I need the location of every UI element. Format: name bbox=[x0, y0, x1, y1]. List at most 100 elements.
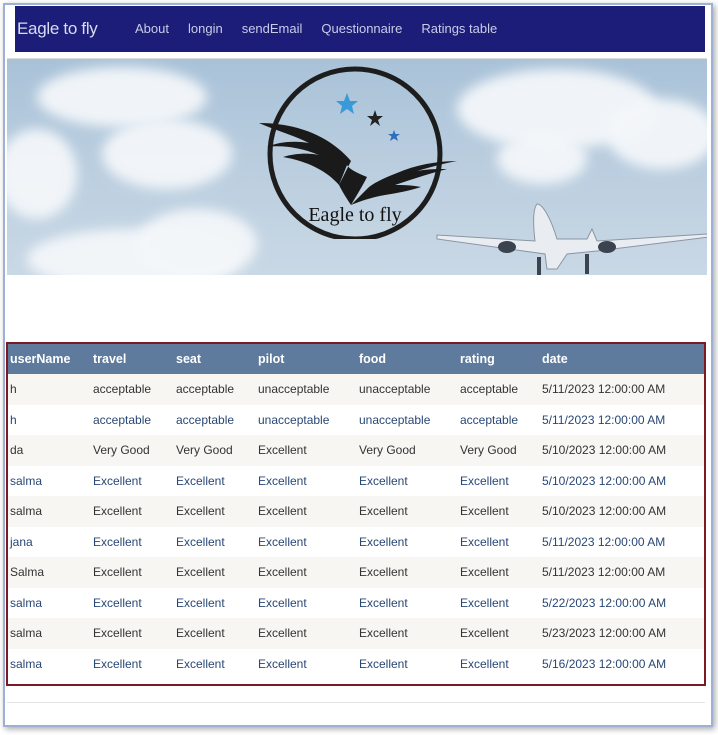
cell-travel: Very Good bbox=[91, 435, 174, 466]
cell-food: Excellent bbox=[357, 587, 458, 618]
cell-seat: Excellent bbox=[174, 557, 256, 588]
cloud bbox=[137, 209, 257, 275]
cell-rating: Excellent bbox=[458, 496, 540, 527]
table-row: jana Excellent Excellent Excellent Excel… bbox=[8, 526, 704, 557]
cell-rating: acceptable bbox=[458, 404, 540, 435]
cell-rating: Very Good bbox=[458, 435, 540, 466]
cell-food: Excellent bbox=[357, 526, 458, 557]
cell-username: jana bbox=[8, 526, 91, 557]
cell-seat: Excellent bbox=[174, 526, 256, 557]
cell-date: 5/10/2023 12:00:00 AM bbox=[540, 435, 704, 466]
cell-seat: acceptable bbox=[174, 404, 256, 435]
cell-username: salma bbox=[8, 648, 91, 679]
cell-rating: acceptable bbox=[458, 374, 540, 405]
cell-travel: acceptable bbox=[91, 374, 174, 405]
cell-seat: Excellent bbox=[174, 648, 256, 679]
cell-date: 5/11/2023 12:00:00 AM bbox=[540, 374, 704, 405]
cell-date: 5/10/2023 12:00:00 AM bbox=[540, 496, 704, 527]
eagle-icon bbox=[259, 123, 457, 205]
cloud bbox=[497, 134, 587, 184]
table-row: salma Excellent Excellent Excellent Exce… bbox=[8, 648, 704, 679]
column-header-food: food bbox=[359, 352, 387, 366]
brand-link[interactable]: Eagle to fly bbox=[17, 19, 98, 39]
cloud bbox=[37, 67, 207, 127]
cloud bbox=[7, 129, 77, 219]
cell-food: unacceptable bbox=[357, 404, 458, 435]
cell-food: Excellent bbox=[357, 648, 458, 679]
cell-travel: Excellent bbox=[91, 557, 174, 588]
cell-seat: acceptable bbox=[174, 374, 256, 405]
cell-pilot: Excellent bbox=[256, 557, 357, 588]
cell-username: h bbox=[8, 404, 91, 435]
nav-link-send-email[interactable]: sendEmail bbox=[242, 21, 303, 36]
table-row: da Very Good Very Good Excellent Very Go… bbox=[8, 435, 704, 466]
cell-food: Excellent bbox=[357, 557, 458, 588]
cell-pilot: Excellent bbox=[256, 587, 357, 618]
cloud bbox=[607, 99, 707, 169]
black-star-icon bbox=[367, 110, 383, 126]
cell-travel: Excellent bbox=[91, 496, 174, 527]
table-row: salma Excellent Excellent Excellent Exce… bbox=[8, 618, 704, 649]
blue-star-icon bbox=[336, 93, 358, 114]
cell-pilot: unacceptable bbox=[256, 404, 357, 435]
table-row: h acceptable acceptable unacceptable una… bbox=[8, 374, 704, 405]
logo-text: Eagle to fly bbox=[308, 204, 401, 226]
cell-seat: Very Good bbox=[174, 435, 256, 466]
column-header-seat: seat bbox=[176, 352, 202, 366]
cell-date: 5/11/2023 12:00:00 AM bbox=[540, 557, 704, 588]
cell-pilot: unacceptable bbox=[256, 374, 357, 405]
cell-travel: Excellent bbox=[91, 618, 174, 649]
cell-date: 5/11/2023 12:00:00 AM bbox=[540, 526, 704, 557]
cell-pilot: Excellent bbox=[256, 526, 357, 557]
cell-username: salma bbox=[8, 496, 91, 527]
cell-username: h bbox=[8, 374, 91, 405]
cell-seat: Excellent bbox=[174, 465, 256, 496]
cell-food: Excellent bbox=[357, 618, 458, 649]
cell-travel: Excellent bbox=[91, 648, 174, 679]
nav-link-ratings-table[interactable]: Ratings table bbox=[421, 21, 497, 36]
cell-pilot: Excellent bbox=[256, 648, 357, 679]
cell-seat: Excellent bbox=[174, 587, 256, 618]
cell-travel: acceptable bbox=[91, 404, 174, 435]
cell-seat: Excellent bbox=[174, 618, 256, 649]
cell-pilot: Excellent bbox=[256, 465, 357, 496]
cell-travel: Excellent bbox=[91, 587, 174, 618]
hero-banner: Eagle to fly bbox=[7, 58, 707, 275]
ratings-table-container: userName travel seat pilot food rating d… bbox=[6, 342, 706, 686]
cell-date: 5/16/2023 12:00:00 AM bbox=[540, 648, 704, 679]
cell-rating: Excellent bbox=[458, 618, 540, 649]
cell-pilot: Excellent bbox=[256, 618, 357, 649]
cell-date: 5/22/2023 12:00:00 AM bbox=[540, 587, 704, 618]
nav-link-login[interactable]: longin bbox=[188, 21, 223, 36]
cell-rating: Excellent bbox=[458, 648, 540, 679]
cell-username: salma bbox=[8, 587, 91, 618]
cell-username: Salma bbox=[8, 557, 91, 588]
cell-seat: Excellent bbox=[174, 496, 256, 527]
column-header-username: userName bbox=[10, 352, 71, 366]
cell-travel: Excellent bbox=[91, 465, 174, 496]
cell-pilot: Excellent bbox=[256, 496, 357, 527]
footer-divider bbox=[7, 702, 705, 703]
column-header-rating: rating bbox=[460, 352, 495, 366]
table-row: Salma Excellent Excellent Excellent Exce… bbox=[8, 557, 704, 588]
nav-link-about[interactable]: About bbox=[135, 21, 169, 36]
table-row: salma Excellent Excellent Excellent Exce… bbox=[8, 496, 704, 527]
cell-rating: Excellent bbox=[458, 465, 540, 496]
table-header-row: userName travel seat pilot food rating d… bbox=[8, 344, 704, 374]
cell-food: Excellent bbox=[357, 465, 458, 496]
airplane-image bbox=[436, 203, 707, 275]
cloud bbox=[102, 119, 232, 189]
small-blue-star-icon bbox=[388, 130, 400, 141]
cell-date: 5/10/2023 12:00:00 AM bbox=[540, 465, 704, 496]
cell-food: unacceptable bbox=[357, 374, 458, 405]
table-row: salma Excellent Excellent Excellent Exce… bbox=[8, 465, 704, 496]
nav-link-questionnaire[interactable]: Questionnaire bbox=[321, 21, 402, 36]
cell-date: 5/11/2023 12:00:00 AM bbox=[540, 404, 704, 435]
cell-username: da bbox=[8, 435, 91, 466]
cell-pilot: Excellent bbox=[256, 435, 357, 466]
ratings-table: userName travel seat pilot food rating d… bbox=[8, 344, 704, 679]
table-row: h acceptable acceptable unacceptable una… bbox=[8, 404, 704, 435]
table-row: salma Excellent Excellent Excellent Exce… bbox=[8, 587, 704, 618]
cell-travel: Excellent bbox=[91, 526, 174, 557]
cell-rating: Excellent bbox=[458, 587, 540, 618]
